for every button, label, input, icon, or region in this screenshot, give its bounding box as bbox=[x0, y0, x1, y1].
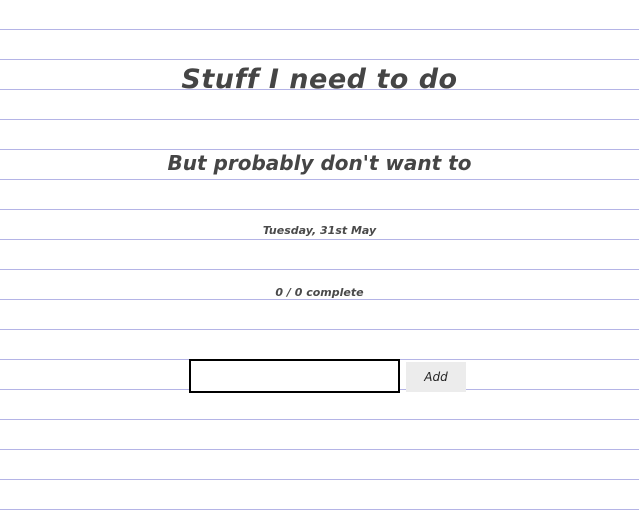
new-task-input[interactable] bbox=[189, 359, 400, 393]
page-subtitle: But probably don't want to bbox=[167, 151, 472, 175]
page-title: Stuff I need to do bbox=[181, 64, 458, 95]
notebook-page: Stuff I need to do But probably don't wa… bbox=[0, 0, 639, 511]
add-task-button[interactable]: Add bbox=[406, 362, 466, 392]
current-date: Tuesday, 31st May bbox=[262, 224, 377, 237]
completion-counter: 0 / 0 complete bbox=[275, 286, 364, 299]
